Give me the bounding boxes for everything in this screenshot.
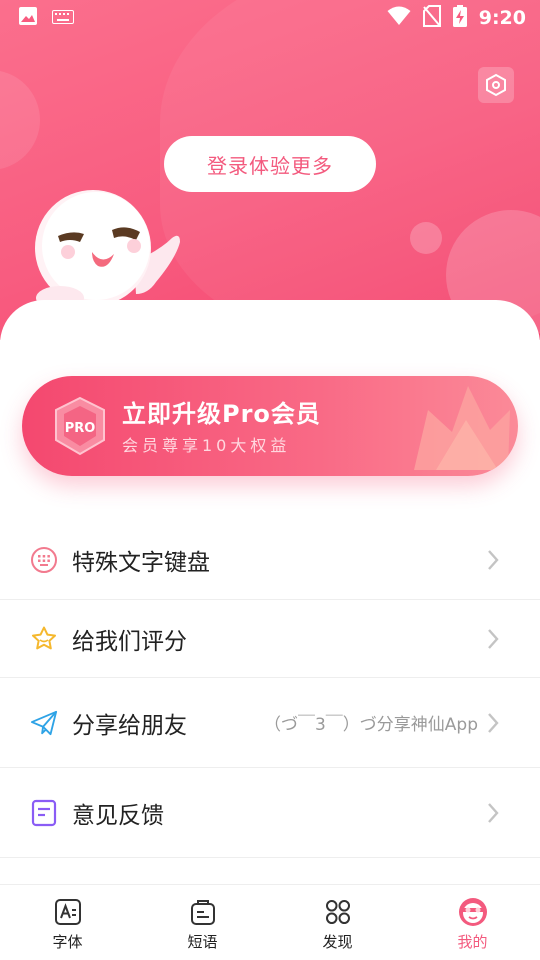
chevron-right-icon — [488, 802, 499, 823]
pro-title: 立即升级Pro会员 — [122, 400, 321, 428]
login-button[interactable]: 登录体验更多 — [164, 136, 376, 192]
menu-item-feedback[interactable]: 意见反馈 — [0, 768, 540, 858]
menu-item-special-keyboard[interactable]: 特殊文字键盘 — [0, 520, 540, 600]
battery-charging-icon — [452, 5, 467, 31]
tab-label: 发现 — [322, 933, 353, 951]
tab-label: 我的 — [457, 933, 488, 951]
pro-upgrade-banner[interactable]: PRO 立即升级Pro会员 会员尊享10大权益 — [22, 376, 518, 476]
pro-subtitle: 会员尊享10大权益 — [122, 436, 291, 455]
bottom-tab-bar: 字体 短语 发现 我的 — [0, 884, 540, 960]
tab-phrases[interactable]: 短语 — [135, 885, 270, 960]
pro-badge-text: PRO — [65, 421, 96, 436]
pro-badge-icon: PRO — [55, 396, 105, 456]
decor-circle — [0, 70, 40, 170]
menu-item-label: 意见反馈 — [72, 802, 164, 829]
chevron-right-icon — [488, 549, 499, 570]
chevron-right-icon — [488, 712, 499, 733]
wifi-icon — [387, 6, 411, 30]
keyboard-icon — [30, 546, 58, 574]
tab-label: 字体 — [52, 933, 83, 951]
menu-item-share[interactable]: 分享给朋友 （づ￣3￣）づ分享神仙App — [0, 678, 540, 768]
tab-label: 短语 — [187, 933, 218, 951]
status-time: 9:20 — [478, 7, 526, 29]
menu-item-label: 特殊文字键盘 — [72, 549, 210, 576]
crown-decoration-icon — [414, 386, 510, 470]
menu-item-label: 分享给朋友 — [72, 712, 187, 739]
paper-plane-icon — [30, 709, 58, 737]
tab-mine[interactable]: 我的 — [405, 885, 540, 960]
share-hint-text: （づ￣3￣）づ分享神仙App — [263, 715, 478, 735]
feedback-note-icon — [30, 799, 58, 827]
phrase-icon — [188, 897, 218, 927]
keyboard-notification-icon — [52, 9, 74, 28]
font-icon — [53, 897, 83, 927]
status-bar: 9:20 — [0, 0, 540, 36]
chevron-right-icon — [488, 628, 499, 649]
tab-font[interactable]: 字体 — [0, 885, 135, 960]
profile-face-icon — [458, 897, 488, 927]
menu-item-rate-us[interactable]: 给我们评分 — [0, 600, 540, 678]
settings-button[interactable] — [478, 67, 514, 103]
star-icon — [30, 625, 58, 653]
tab-discover[interactable]: 发现 — [270, 885, 405, 960]
discover-icon — [323, 897, 353, 927]
menu-list: 特殊文字键盘 给我们评分 分享给朋友 （づ￣3￣）づ分享神仙App 意见反馈 — [0, 520, 540, 858]
no-sim-icon — [422, 5, 441, 31]
hexagon-settings-icon — [486, 73, 506, 97]
decor-circle — [410, 222, 442, 254]
gallery-notification-icon — [18, 6, 38, 30]
menu-item-label: 给我们评分 — [72, 628, 187, 655]
